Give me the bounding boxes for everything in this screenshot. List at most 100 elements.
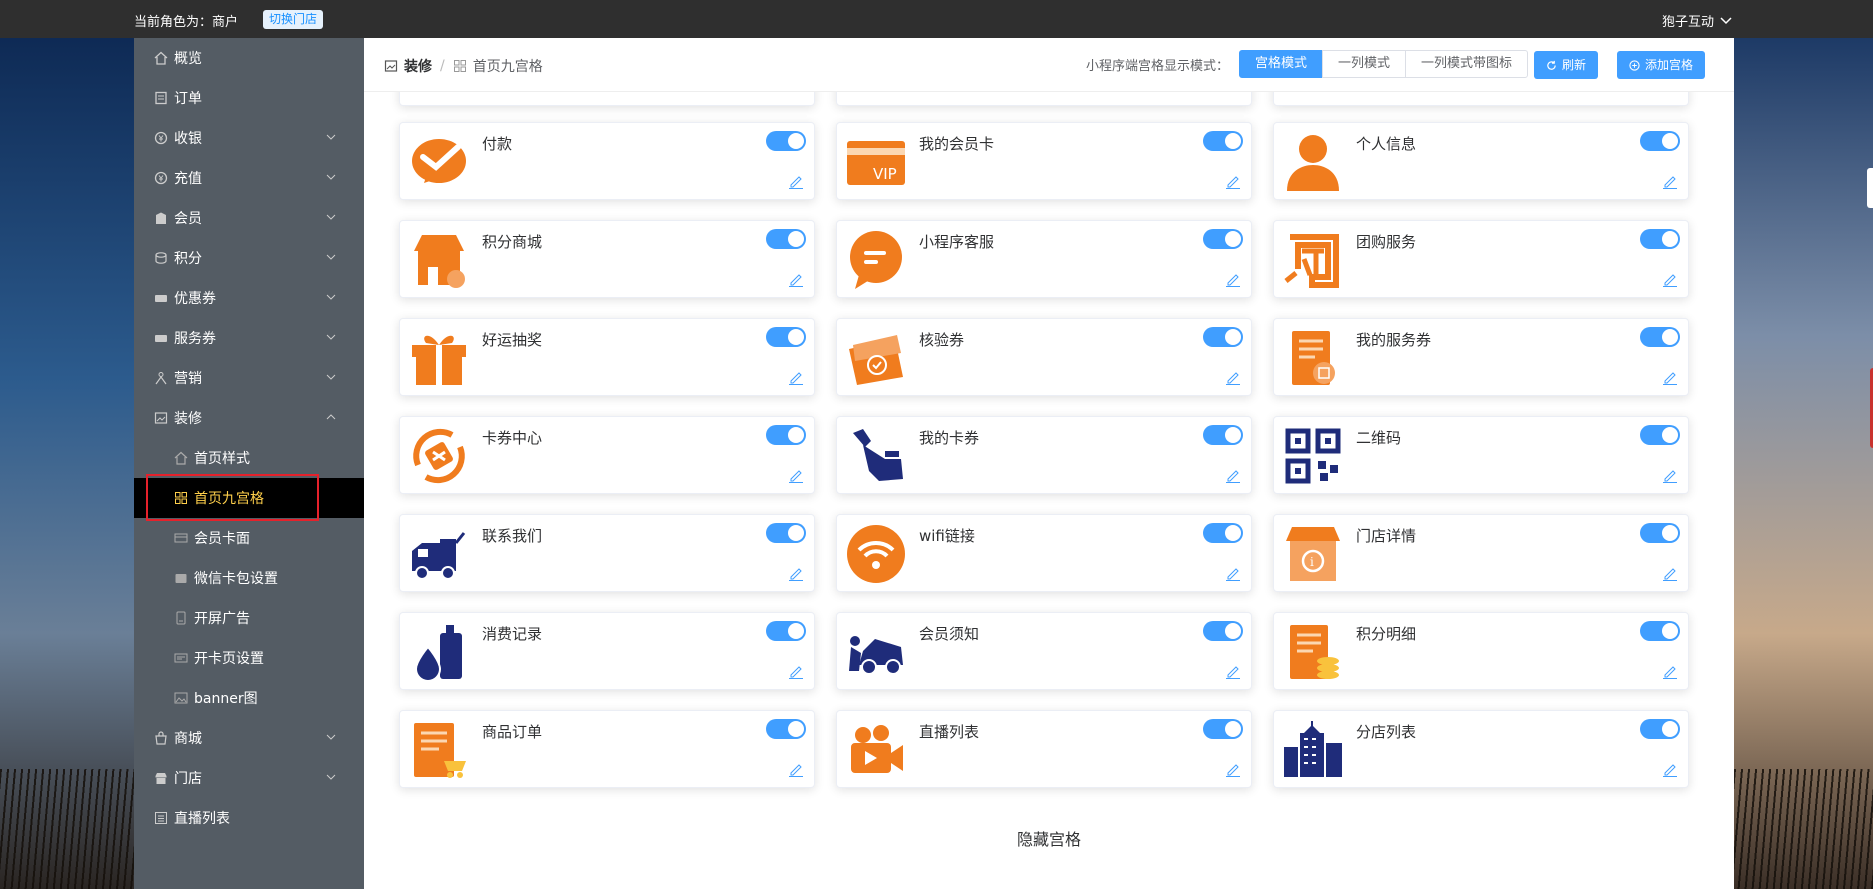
grid-card[interactable]: 团购服务 bbox=[1273, 220, 1689, 298]
user-menu[interactable]: 狍子互动 bbox=[1662, 11, 1732, 30]
add-grid-button[interactable]: 添加宫格 bbox=[1617, 51, 1706, 79]
refresh-button[interactable]: 刷新 bbox=[1534, 51, 1599, 79]
enable-toggle[interactable] bbox=[1640, 229, 1680, 249]
store-icon bbox=[154, 771, 168, 785]
grid-card[interactable]: 二维码 bbox=[1273, 416, 1689, 494]
sidebar-item-recharge[interactable]: 充值 bbox=[134, 158, 364, 198]
edit-icon[interactable] bbox=[1662, 565, 1678, 581]
edit-icon[interactable] bbox=[1662, 663, 1678, 679]
grid-card[interactable]: 个人信息 bbox=[1273, 122, 1689, 200]
grid-card[interactable]: wifi链接 bbox=[836, 514, 1252, 592]
grid-icon bbox=[174, 491, 188, 505]
sidebar-subitem-splash-ad[interactable]: 开屏广告 bbox=[134, 598, 364, 638]
edit-icon[interactable] bbox=[1662, 369, 1678, 385]
grid-card[interactable]: 联系我们 bbox=[399, 514, 815, 592]
edit-icon[interactable] bbox=[1225, 271, 1241, 287]
enable-toggle[interactable] bbox=[766, 229, 806, 249]
enable-toggle[interactable] bbox=[1203, 621, 1243, 641]
enable-toggle[interactable] bbox=[1203, 719, 1243, 739]
enable-toggle[interactable] bbox=[766, 523, 806, 543]
chevron-down-icon bbox=[326, 734, 336, 740]
sidebar-item-store[interactable]: 门店 bbox=[134, 758, 364, 798]
grid-card[interactable]: 付款 bbox=[399, 122, 815, 200]
svg-text:VIP: VIP bbox=[873, 165, 897, 183]
edit-icon[interactable] bbox=[1662, 173, 1678, 189]
grid-card[interactable]: 商品订单 bbox=[399, 710, 815, 788]
edit-icon[interactable] bbox=[1225, 565, 1241, 581]
sidebar-subitem-home-grid[interactable]: 首页九宫格 bbox=[134, 478, 364, 518]
grid-card[interactable]: VIP 我的会员卡 bbox=[836, 122, 1252, 200]
grid-card[interactable]: 积分商城 bbox=[399, 220, 815, 298]
enable-toggle[interactable] bbox=[1203, 425, 1243, 445]
sidebar-item-cashier[interactable]: 收银 bbox=[134, 118, 364, 158]
edit-icon[interactable] bbox=[788, 761, 804, 777]
edit-icon[interactable] bbox=[788, 663, 804, 679]
mode-grid-button[interactable]: 宫格模式 bbox=[1239, 50, 1324, 78]
enable-toggle[interactable] bbox=[1640, 719, 1680, 739]
enable-toggle[interactable] bbox=[1203, 523, 1243, 543]
enable-toggle[interactable] bbox=[766, 327, 806, 347]
enable-toggle[interactable] bbox=[766, 131, 806, 151]
sidebar-item-marketing[interactable]: 营销 bbox=[134, 358, 364, 398]
sidebar-item-overview[interactable]: 概览 bbox=[134, 38, 364, 78]
edit-icon[interactable] bbox=[1225, 761, 1241, 777]
grid-card[interactable]: 核验券 bbox=[836, 318, 1252, 396]
edit-icon[interactable] bbox=[1662, 467, 1678, 483]
sidebar-item-decorate[interactable]: 装修 bbox=[134, 398, 364, 438]
grid-card[interactable]: 我的卡券 bbox=[836, 416, 1252, 494]
sidebar-subitem-wechat-wallet[interactable]: 微信卡包设置 bbox=[134, 558, 364, 598]
sidebar-subitem-open-card[interactable]: 开卡页设置 bbox=[134, 638, 364, 678]
grid-card-title: 商品订单 bbox=[482, 723, 543, 741]
edit-icon[interactable] bbox=[788, 565, 804, 581]
edit-icon[interactable] bbox=[1662, 271, 1678, 287]
mode-single-column-icon-button[interactable]: 一列模式带图标 bbox=[1405, 50, 1529, 78]
edit-icon[interactable] bbox=[788, 369, 804, 385]
enable-toggle[interactable] bbox=[1203, 327, 1243, 347]
edit-icon[interactable] bbox=[1225, 663, 1241, 679]
enable-toggle[interactable] bbox=[1640, 621, 1680, 641]
grid-card[interactable]: i 门店详情 bbox=[1273, 514, 1689, 592]
grid-card[interactable]: 会员须知 bbox=[836, 612, 1252, 690]
edit-icon[interactable] bbox=[1225, 467, 1241, 483]
side-handle[interactable] bbox=[1867, 168, 1873, 208]
grid-card[interactable]: 好运抽奖 bbox=[399, 318, 815, 396]
switch-store-button[interactable]: 切换门店 bbox=[263, 10, 324, 29]
sidebar-item-mall[interactable]: 商城 bbox=[134, 718, 364, 758]
enable-toggle[interactable] bbox=[1203, 131, 1243, 151]
enable-toggle[interactable] bbox=[1640, 523, 1680, 543]
enable-toggle[interactable] bbox=[1640, 327, 1680, 347]
edit-icon[interactable] bbox=[788, 467, 804, 483]
sidebar-subitem-banner[interactable]: banner图 bbox=[134, 678, 364, 718]
grid-card[interactable]: 小程序客服 bbox=[836, 220, 1252, 298]
sidebar-subitem-member-card[interactable]: 会员卡面 bbox=[134, 518, 364, 558]
breadcrumb-item[interactable]: 装修 bbox=[404, 56, 432, 76]
edit-icon[interactable] bbox=[788, 173, 804, 189]
sidebar-item-member[interactable]: 会员 bbox=[134, 198, 364, 238]
enable-toggle[interactable] bbox=[766, 719, 806, 739]
mode-single-column-button[interactable]: 一列模式 bbox=[1322, 50, 1407, 78]
edit-icon[interactable] bbox=[1225, 369, 1241, 385]
enable-toggle[interactable] bbox=[1640, 425, 1680, 445]
sidebar-item-orders[interactable]: 订单 bbox=[134, 78, 364, 118]
edit-icon[interactable] bbox=[1662, 761, 1678, 777]
edit-icon[interactable] bbox=[788, 271, 804, 287]
display-mode-group: 小程序端宫格显示模式： 宫格模式 一列模式 一列模式带图标 bbox=[1086, 50, 1529, 78]
grid-card[interactable]: 消费记录 bbox=[399, 612, 815, 690]
sidebar-item-live-list[interactable]: 直播列表 bbox=[134, 798, 364, 838]
sidebar-subitem-home-style[interactable]: 首页样式 bbox=[134, 438, 364, 478]
edit-icon[interactable] bbox=[1225, 173, 1241, 189]
sidebar-item-points[interactable]: 积分 bbox=[134, 238, 364, 278]
enable-toggle[interactable] bbox=[766, 425, 806, 445]
sidebar-item-coupon[interactable]: 优惠券 bbox=[134, 278, 364, 318]
grid-card-title: 核验券 bbox=[919, 331, 965, 349]
grid-card[interactable]: 卡券中心 bbox=[399, 416, 815, 494]
grid-card[interactable]: 直播列表 bbox=[836, 710, 1252, 788]
grid-card[interactable]: 积分明细 bbox=[1273, 612, 1689, 690]
person-icon bbox=[1282, 131, 1344, 193]
enable-toggle[interactable] bbox=[766, 621, 806, 641]
grid-card[interactable]: 分店列表 bbox=[1273, 710, 1689, 788]
enable-toggle[interactable] bbox=[1640, 131, 1680, 151]
grid-card[interactable]: 我的服务券 bbox=[1273, 318, 1689, 396]
sidebar-item-service-coupon[interactable]: 服务券 bbox=[134, 318, 364, 358]
enable-toggle[interactable] bbox=[1203, 229, 1243, 249]
